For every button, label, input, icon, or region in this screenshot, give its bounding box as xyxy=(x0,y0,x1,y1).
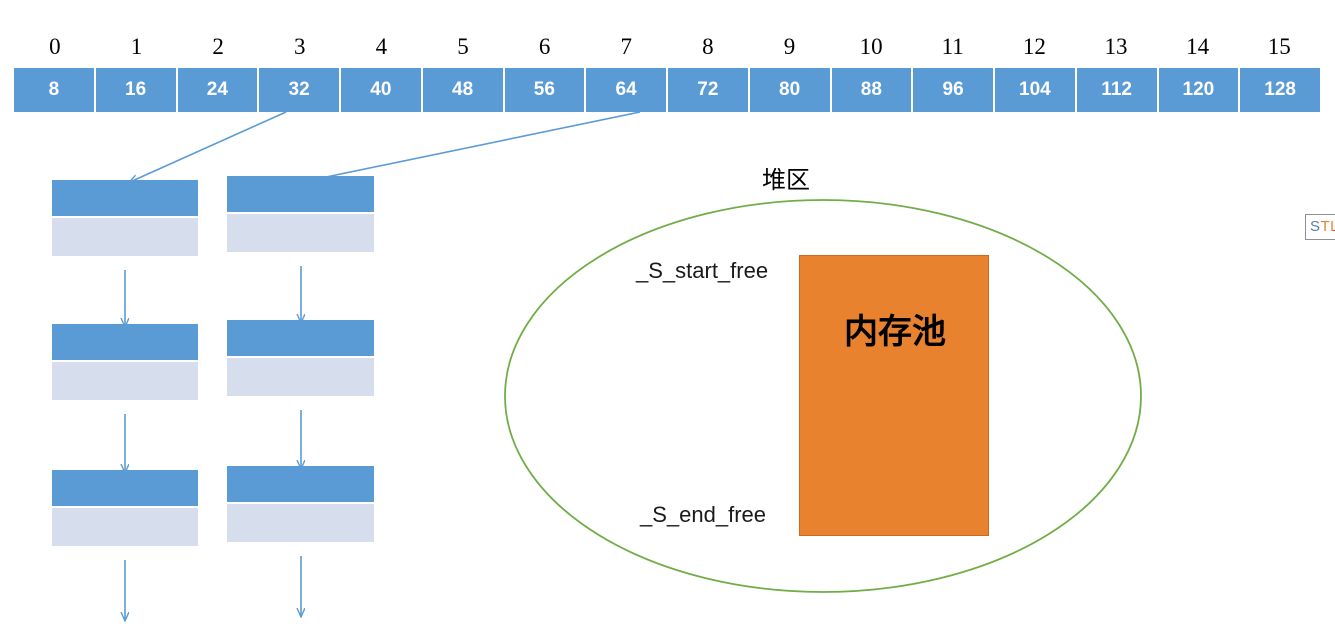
node-pointer-segment xyxy=(52,362,198,400)
free-list-index-13: 13 xyxy=(1104,34,1128,59)
arrow-array-to-chain2 xyxy=(302,111,641,182)
node-pointer-segment xyxy=(227,504,374,542)
free-list-cell-10[interactable]: 88 xyxy=(831,68,914,112)
free-list-index-15: 15 xyxy=(1267,34,1291,59)
free-list-cell-12[interactable]: 104 xyxy=(995,68,1077,112)
node-data-segment xyxy=(227,176,374,212)
free-list-cell-15[interactable]: 128 xyxy=(1240,68,1320,112)
free-list-index-3: 3 xyxy=(293,34,306,59)
list-node[interactable] xyxy=(52,470,198,546)
free-list-cell-1[interactable]: 16 xyxy=(95,68,178,112)
node-pointer-segment xyxy=(227,214,374,252)
free-list-cell-8[interactable]: 72 xyxy=(668,68,750,112)
node-data-segment xyxy=(227,320,374,356)
free-list-cell-9[interactable]: 80 xyxy=(749,68,832,112)
free-list-index-4: 4 xyxy=(375,34,388,59)
free-list-cell-3[interactable]: 32 xyxy=(259,68,341,112)
free-list-index-2: 2 xyxy=(212,34,224,59)
node-pointer-segment xyxy=(52,218,198,256)
free-list-index-10: 10 xyxy=(859,34,883,59)
free-list-index-1: 1 xyxy=(130,34,143,59)
free-list-cell-0[interactable]: 8 xyxy=(14,68,96,112)
list-node[interactable] xyxy=(227,176,374,252)
free-list-index-0: 0 xyxy=(49,34,61,59)
list-node[interactable] xyxy=(52,324,198,400)
arrow-array-to-chain1 xyxy=(130,111,287,182)
free-list-index-row: 0 1 2 3 4 5 6 7 8 9 10 11 12 13 14 15 xyxy=(14,30,1320,64)
stl-badge-text: STL xyxy=(1306,215,1335,239)
free-list-index-12: 12 xyxy=(1022,34,1046,59)
free-list-cell-4[interactable]: 40 xyxy=(341,68,423,112)
node-data-segment xyxy=(52,180,198,216)
node-data-segment xyxy=(52,324,198,360)
stl-badge[interactable]: STL xyxy=(1305,214,1335,240)
free-list-cell-14[interactable]: 120 xyxy=(1158,68,1241,112)
free-list-cell-2[interactable]: 24 xyxy=(177,68,260,112)
free-list-cell-7[interactable]: 64 xyxy=(586,68,668,112)
end-free-pointer-label: _S_end_free xyxy=(640,502,766,527)
free-list-cell-13[interactable]: 112 xyxy=(1076,68,1159,112)
heap-region-title: 堆区 xyxy=(762,166,810,194)
node-data-segment xyxy=(227,466,374,502)
free-list-index-9: 9 xyxy=(783,34,796,59)
free-list-array: 8 16 24 32 40 48 56 64 72 80 88 96 104 112 120 128 xyxy=(14,68,1320,112)
free-list-cell-5[interactable]: 48 xyxy=(422,68,505,112)
free-list-index-8: 8 xyxy=(702,34,714,59)
free-list-index-14: 14 xyxy=(1186,34,1210,59)
free-list-index-6: 6 xyxy=(538,34,551,59)
free-list-cell-11[interactable]: 96 xyxy=(913,68,995,112)
free-list-index-7: 7 xyxy=(620,34,632,59)
node-data-segment xyxy=(52,470,198,506)
memory-pool-rect: 内存池 xyxy=(799,255,989,536)
memory-pool-label: 内存池 xyxy=(844,312,946,352)
start-free-pointer-label: _S_start_free xyxy=(636,258,769,283)
list-node[interactable] xyxy=(52,180,198,256)
node-pointer-segment xyxy=(52,508,198,546)
list-node[interactable] xyxy=(227,320,374,396)
free-list-index-11: 11 xyxy=(941,34,964,59)
diagram-canvas: 0 1 2 3 4 5 6 7 8 9 10 11 12 13 14 15 8 16 24 32 40 48 56 64 72… xyxy=(0,0,1335,631)
free-list-index-5: 5 xyxy=(457,34,469,59)
node-pointer-segment xyxy=(227,358,374,396)
list-node[interactable] xyxy=(227,466,374,542)
free-list-cell-6[interactable]: 56 xyxy=(504,68,587,112)
